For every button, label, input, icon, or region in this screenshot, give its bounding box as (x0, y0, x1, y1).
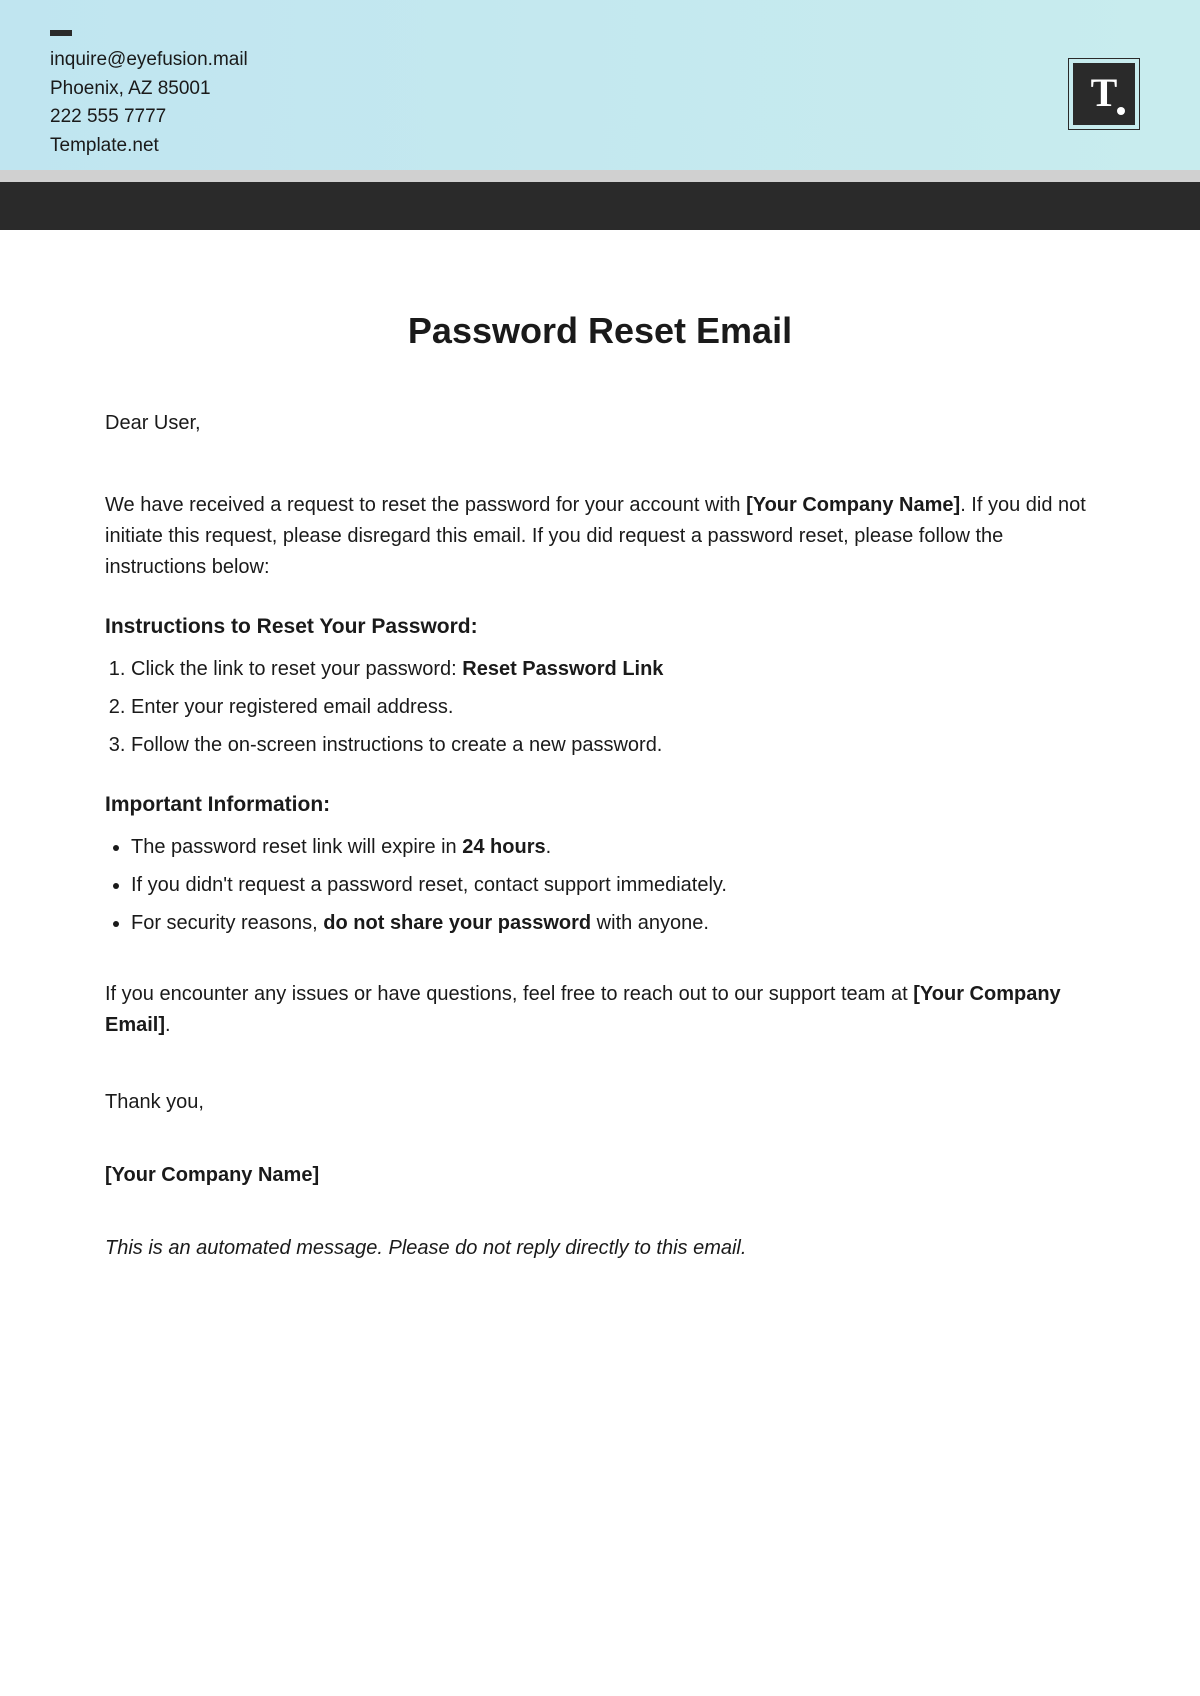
logo-inner: T (1073, 63, 1135, 125)
contact-info: inquire@eyefusion.mail Phoenix, AZ 85001… (50, 46, 1150, 160)
list-item: If you didn't request a password reset, … (131, 869, 1095, 901)
document-body: Password Reset Email Dear User, We have … (0, 230, 1200, 1320)
reset-link-text: Reset Password Link (462, 658, 663, 680)
important-suffix: with anyone. (591, 912, 709, 934)
greeting: Dear User, (105, 412, 1095, 435)
list-item: For security reasons, do not share your … (131, 907, 1095, 939)
company-placeholder: [Your Company Name] (746, 494, 960, 516)
logo-letter: T (1091, 73, 1118, 113)
signature: [Your Company Name] (105, 1164, 1095, 1187)
list-item: Enter your registered email address. (131, 691, 1095, 723)
list-item: The password reset link will expire in 2… (131, 831, 1095, 863)
important-suffix: . (546, 836, 552, 858)
list-item: Click the link to reset your password: R… (131, 653, 1095, 685)
important-heading: Important Information: (105, 793, 1095, 817)
document-title: Password Reset Email (105, 310, 1095, 352)
contact-website: Template.net (50, 132, 1150, 161)
instruction-list: Click the link to reset your password: R… (105, 653, 1095, 761)
security-warning: do not share your password (323, 912, 591, 934)
important-prefix: For security reasons, (131, 912, 323, 934)
intro-paragraph: We have received a request to reset the … (105, 490, 1095, 583)
automated-note: This is an automated message. Please do … (105, 1237, 1095, 1260)
contact-phone: 222 555 7777 (50, 103, 1150, 132)
logo: T (1068, 58, 1140, 130)
important-prefix: The password reset link will expire in (131, 836, 462, 858)
support-suffix: . (165, 1014, 171, 1036)
expire-duration: 24 hours (462, 836, 545, 858)
support-paragraph: If you encounter any issues or have ques… (105, 979, 1095, 1041)
instruction-text: Click the link to reset your password: (131, 658, 462, 680)
list-item: Follow the on-screen instructions to cre… (131, 729, 1095, 761)
letterhead-band: inquire@eyefusion.mail Phoenix, AZ 85001… (0, 0, 1200, 170)
divider-gray (0, 170, 1200, 182)
contact-email: inquire@eyefusion.mail (50, 46, 1150, 75)
contact-address: Phoenix, AZ 85001 (50, 75, 1150, 104)
support-prefix: If you encounter any issues or have ques… (105, 983, 913, 1005)
instructions-heading: Instructions to Reset Your Password: (105, 615, 1095, 639)
divider-black (0, 182, 1200, 230)
thank-you: Thank you, (105, 1091, 1095, 1114)
intro-prefix: We have received a request to reset the … (105, 494, 746, 516)
accent-bar (50, 30, 72, 36)
logo-dot-icon (1117, 107, 1125, 115)
important-list: The password reset link will expire in 2… (105, 831, 1095, 939)
